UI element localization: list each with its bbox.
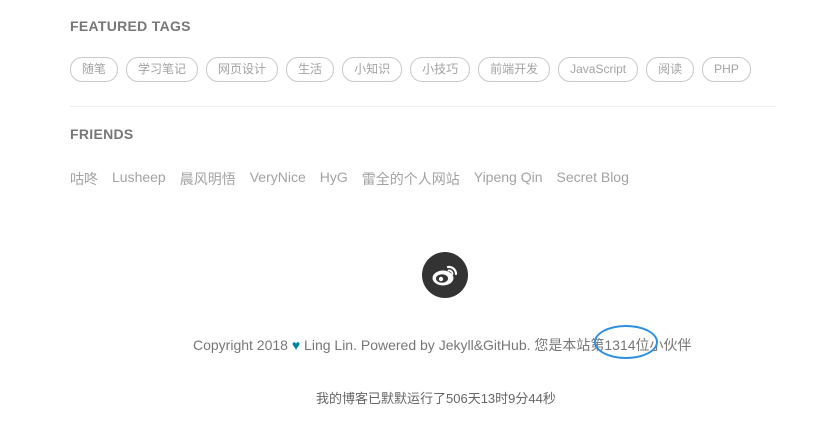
weibo-icon xyxy=(432,265,458,286)
tag-php[interactable]: PHP xyxy=(702,57,751,82)
tag-reading[interactable]: 阅读 xyxy=(646,57,695,82)
tag-tricks[interactable]: 小技巧 xyxy=(410,57,471,82)
visitor-count: 1314 xyxy=(604,337,636,353)
tag-tips-knowledge[interactable]: 小知识 xyxy=(342,57,403,82)
tag-frontend-dev[interactable]: 前端开发 xyxy=(478,57,551,82)
friend-link[interactable]: VeryNice xyxy=(250,169,306,189)
tag-life[interactable]: 生活 xyxy=(286,57,335,82)
friend-link[interactable]: 咕咚 xyxy=(70,169,98,189)
friend-link[interactable]: Secret Blog xyxy=(557,169,629,189)
friends-list: 咕咚 Lusheep 晨风明悟 VeryNice HyG 雷全的个人网站 Yip… xyxy=(70,169,776,189)
site-runtime-text: 我的博客已默默运行了506天13时9分44秒 xyxy=(316,391,556,406)
friends-section: FRIENDS 咕咚 Lusheep 晨风明悟 VeryNice HyG 雷全的… xyxy=(70,126,776,189)
tag-web-design[interactable]: 网页设计 xyxy=(206,57,279,82)
friend-link[interactable]: Yipeng Qin xyxy=(474,169,543,189)
weibo-button[interactable] xyxy=(422,252,468,298)
friend-link[interactable]: 晨风明悟 xyxy=(180,169,236,189)
copyright-suffix: Ling Lin. Powered by Jekyll&GitHub. 您是本站… xyxy=(304,337,605,353)
friend-link[interactable]: HyG xyxy=(320,169,348,189)
visitor-suffix: 位小伙伴 xyxy=(635,337,692,353)
tag-study-notes[interactable]: 学习笔记 xyxy=(126,57,199,82)
friends-title: FRIENDS xyxy=(70,126,134,142)
friend-link[interactable]: 雷全的个人网站 xyxy=(362,169,460,189)
copyright-prefix: Copyright 2018 xyxy=(193,337,288,353)
tag-list: 随笔 学习笔记 网页设计 生活 小知识 小技巧 前端开发 JavaScript … xyxy=(70,57,776,82)
tag-javascript[interactable]: JavaScript xyxy=(558,57,639,82)
page: FEATURED TAGS 随笔 学习笔记 网页设计 生活 小知识 小技巧 前端… xyxy=(0,0,827,443)
tag-suibi[interactable]: 随笔 xyxy=(70,57,119,82)
friend-link[interactable]: Lusheep xyxy=(112,169,166,189)
featured-tags-section: FEATURED TAGS 随笔 学习笔记 网页设计 生活 小知识 小技巧 前端… xyxy=(70,18,776,82)
section-divider xyxy=(70,106,776,107)
featured-tags-title: FEATURED TAGS xyxy=(70,18,191,34)
heart-icon: ♥ xyxy=(291,337,301,353)
